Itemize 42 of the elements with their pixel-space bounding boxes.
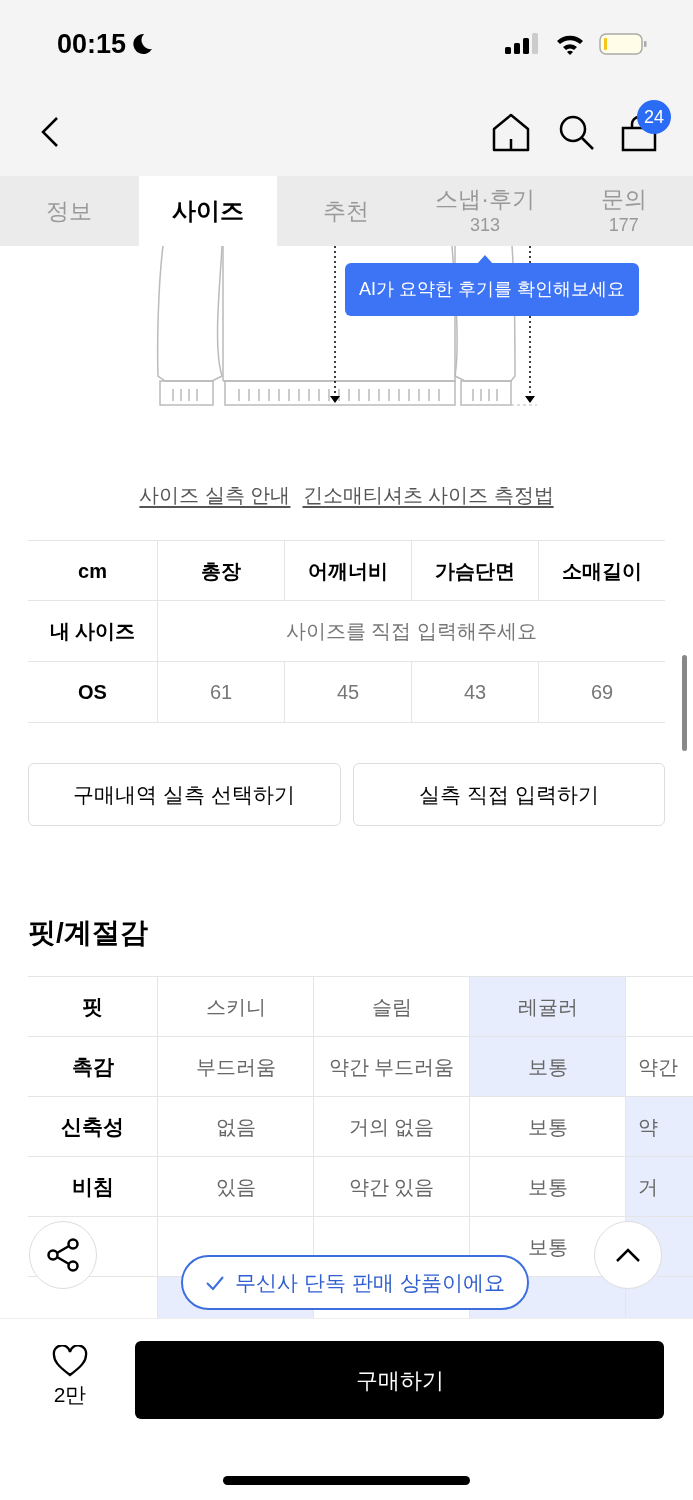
battery-icon — [599, 32, 647, 56]
table-cell: 보통 — [469, 1037, 625, 1096]
guide-link[interactable]: 사이즈 실측 안내 — [139, 480, 291, 510]
row-header: 핏 — [82, 993, 103, 1020]
size-input-prompt[interactable]: 사이즈를 직접 입력해주세요 — [157, 601, 665, 661]
table-cell: 45 — [284, 662, 411, 722]
signal-icon — [505, 32, 541, 56]
table-cell: 레귤러 — [469, 977, 625, 1036]
table-cell: 43 — [411, 662, 538, 722]
tooltip-pointer-icon — [477, 255, 493, 264]
heart-icon[interactable] — [52, 1345, 88, 1377]
row-header: 내 사이즈 — [48, 619, 137, 644]
chevron-up-icon — [615, 1247, 641, 1263]
tab[interactable]: 사이즈 — [138, 176, 278, 246]
column-header: cm — [77, 558, 108, 584]
column-header: 어깨너비 — [284, 541, 411, 600]
row-header: 신축성 — [61, 1113, 124, 1140]
row-header: OS — [77, 680, 108, 705]
column-header: 총장 — [157, 541, 284, 600]
tooltip[interactable]: AI가 요약한 후기를 확인해보세요 — [345, 263, 639, 316]
row-header: 비침 — [71, 1173, 114, 1200]
cart-count-badge: 24 — [637, 100, 671, 134]
size-button[interactable]: 구매내역 실측 선택하기 — [28, 763, 341, 826]
home-icon[interactable] — [491, 112, 531, 152]
section-title: 핏/계절감 — [28, 916, 149, 950]
guide-link[interactable]: 긴소매티셔츠 사이즈 측정법 — [302, 480, 554, 510]
status-time: 00:15 — [57, 27, 127, 61]
table-cell: 약 — [625, 1097, 693, 1156]
column-header: 가슴단면 — [411, 541, 538, 600]
column-header: 소매길이 — [538, 541, 665, 600]
table-cell: 61 — [157, 662, 284, 722]
like-count: 2만 — [53, 1382, 87, 1408]
buy-button[interactable]: 구매하기 — [135, 1341, 664, 1419]
wifi-icon — [555, 33, 585, 55]
table-cell: 69 — [538, 662, 665, 722]
search-icon[interactable] — [557, 113, 595, 151]
moon-icon — [130, 32, 155, 56]
share-icon — [46, 1238, 80, 1272]
size-button[interactable]: 실측 직접 입력하기 — [352, 763, 665, 826]
row-header: 촉감 — [71, 1053, 114, 1080]
table-cell: 거 — [625, 1157, 693, 1216]
check-icon — [205, 1274, 225, 1291]
